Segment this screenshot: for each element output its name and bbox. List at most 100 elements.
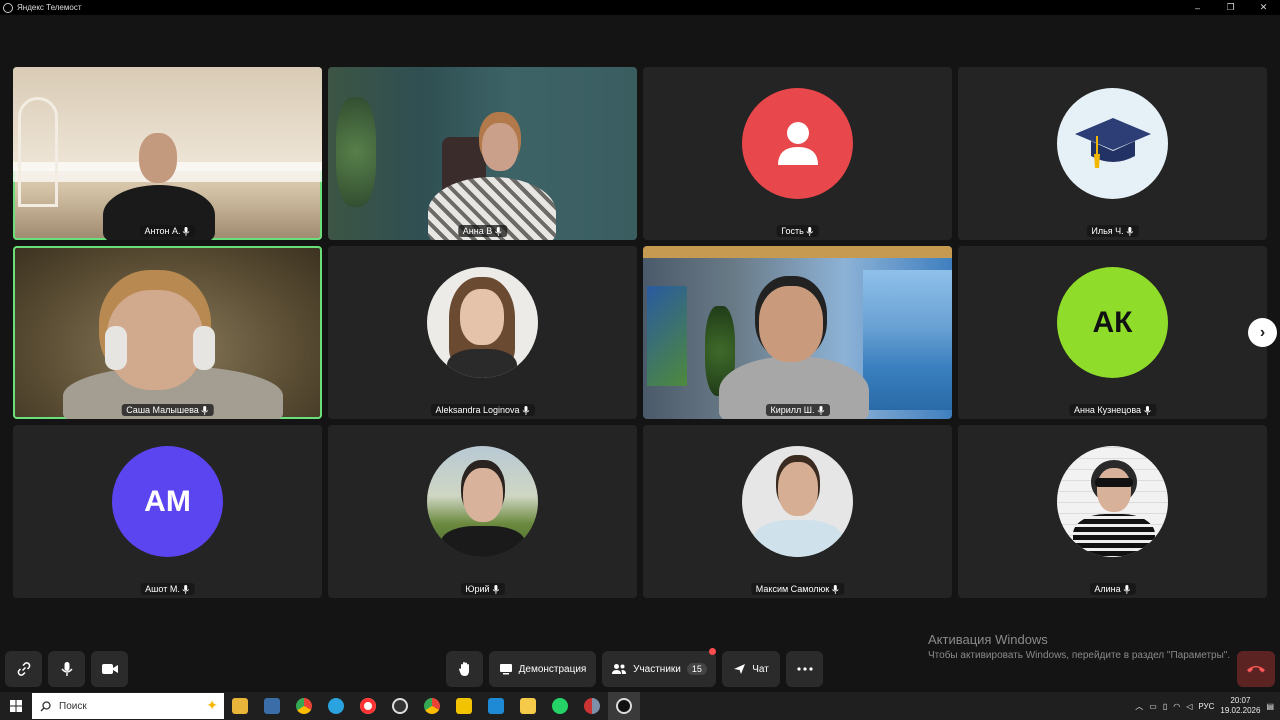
clock[interactable]: 20:07 19.02.2026 [1220,696,1260,716]
chromium-app[interactable] [576,692,608,720]
file-explorer-app[interactable] [224,692,256,720]
participant-name-tag: Кирилл Ш. [765,404,830,416]
clock-date: 19.02.2026 [1220,706,1261,715]
send-icon [734,664,746,674]
mic-icon [1123,584,1130,594]
chromium-icon [584,698,600,714]
window-title: Яндекс Телемост [17,3,82,12]
participant-name: Гость [781,226,804,236]
chrome-app[interactable] [288,692,320,720]
yandex-browser-app[interactable] [352,692,384,720]
chevron-up-icon[interactable]: ︿ [1135,701,1143,712]
network-icon[interactable]: ▭ [1149,702,1157,711]
participant-name-tag: Aleksandra Loginova [430,404,535,416]
participant-video-face [482,123,518,171]
copy-link-button[interactable] [5,651,42,687]
telegram-app[interactable] [320,692,352,720]
yandex-browser-icon [360,698,376,714]
participant-name: Илья Ч. [1091,226,1124,236]
camera-icon [101,664,118,674]
participant-tile[interactable]: Саша Малышева [13,246,322,419]
telemost-app-icon [3,2,13,13]
chat-button[interactable]: Чат [722,651,780,687]
chevron-right-icon: › [1259,323,1266,341]
taskbar-search[interactable]: Поиск ✦ [32,693,224,719]
participant-tile[interactable]: Aleksandra Loginova [328,246,637,419]
participant-photo-body [447,349,517,378]
participant-name: Саша Малышева [126,405,199,415]
notifications-icon[interactable]: ▤ [1266,702,1274,711]
windows-activation-watermark: Активация Windows Чтобы активировать Win… [928,632,1230,661]
avatar-initials: АМ [144,484,191,518]
window-controls: – ❐ ✕ [1181,0,1280,15]
participant-name-tag: Илья Ч. [1086,225,1139,237]
telemost-taskbar-app[interactable] [608,692,640,720]
participant-grid: Антон А. Анна В Гость Илья Ч. Саша Малыш… [13,67,1267,598]
participant-name: Анна Кузнецова [1073,405,1142,415]
mic-icon [831,584,839,594]
participant-tile[interactable]: Максим Самолюк [643,425,952,598]
participant-tile[interactable]: Юрий [328,425,637,598]
raise-hand-button[interactable] [446,651,483,687]
participant-tile[interactable]: Гость [643,67,952,240]
participants-button[interactable]: Участники 15 [602,648,716,687]
hand-icon [458,662,469,676]
wifi-icon[interactable]: ◠ [1173,702,1180,711]
participant-name-tag: Саша Малышева [121,404,214,416]
folder-icon [232,698,248,714]
chat-label: Чат [752,663,769,675]
language-indicator[interactable]: РУС [1198,702,1214,711]
screen-share-label: Демонстрация [518,663,587,675]
participant-photo-face [1097,468,1131,512]
windows-taskbar: Поиск ✦ ︿ ▭ ▯ ◠ ◁ РУС 20:07 19.02.2026 ▤ [0,692,1280,720]
user-icon [777,121,818,165]
vscode-icon [488,698,504,714]
vscode-app[interactable] [480,692,512,720]
activation-title: Активация Windows [928,632,1048,647]
obs-app[interactable] [384,692,416,720]
restore-button[interactable]: ❐ [1214,0,1247,15]
minimize-button[interactable]: – [1181,0,1214,15]
activation-subtitle: Чтобы активировать Windows, перейдите в … [928,650,1231,661]
next-page-button[interactable]: › [1248,318,1277,347]
leave-call-button[interactable] [1237,651,1275,687]
more-dots-icon [796,667,813,671]
participant-tile[interactable]: Анна В [328,67,637,240]
mic-icon [201,405,209,415]
more-button[interactable] [786,651,823,687]
participant-tile[interactable]: Илья Ч. [958,67,1267,240]
participant-name: Юрий [465,584,490,594]
avatar-initials: АК [1092,305,1133,339]
participant-name: Анна В [462,226,493,236]
start-button[interactable] [0,692,32,720]
participant-avatar [742,446,853,557]
participant-tile[interactable]: Алина [958,425,1267,598]
battery-icon[interactable]: ▯ [1163,702,1167,711]
participant-avatar [742,88,853,199]
microphone-icon [60,662,73,676]
microphone-button[interactable] [48,651,85,687]
search-placeholder: Поиск [59,700,87,712]
chrome-icon [296,698,312,714]
participant-tile[interactable]: Кирилл Ш. [643,246,952,419]
participant-avatar [427,267,538,378]
title-bar: Яндекс Телемост – ❐ ✕ [0,0,1280,15]
calculator-app[interactable] [256,692,288,720]
participant-name-tag: Антон А. [139,225,196,237]
notes-app[interactable] [512,692,544,720]
close-window-button[interactable]: ✕ [1247,0,1280,15]
screen-share-button[interactable]: Демонстрация [489,651,596,687]
chrome-profile-app[interactable] [416,692,448,720]
whatsapp-app[interactable] [544,692,576,720]
participant-tile[interactable]: Антон А. [13,67,322,240]
participant-name-tag: Юрий [460,583,505,595]
participant-name-tag: Гость [776,225,819,237]
mic-icon [182,584,190,594]
participant-tile[interactable]: АМ Ашот М. [13,425,322,598]
media-player-app[interactable] [448,692,480,720]
volume-icon[interactable]: ◁ [1186,702,1192,711]
participant-tile[interactable]: АК Анна Кузнецова [958,246,1267,419]
sparkle-icon: ✦ [206,697,218,713]
mic-icon [817,405,824,415]
camera-button[interactable] [91,651,128,687]
